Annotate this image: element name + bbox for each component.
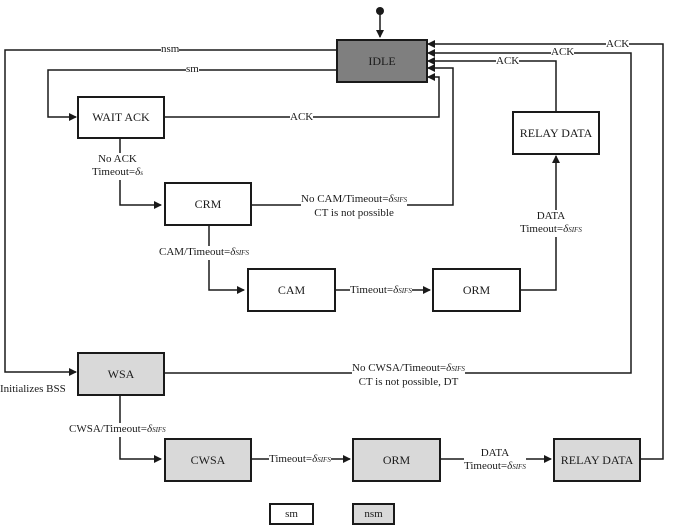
timeout-text: Timeout=	[520, 223, 564, 235]
label-no-ack-line2: Timeout=δs	[92, 166, 143, 180]
label-ack-wait: ACK	[290, 111, 314, 124]
state-cwsa: CWSA	[164, 438, 252, 482]
label-no-cwsa-line1: No CWSA/Timeout=δSIFS	[352, 362, 465, 376]
state-orm-bottom: ORM	[352, 438, 441, 482]
label-ack-wsa: ACK	[551, 46, 575, 59]
ack-relay-bottom-arrow	[427, 40, 664, 460]
label-no-cwsa-line2: CT is not possible, DT	[358, 376, 459, 388]
subscript: SIFS	[393, 196, 408, 204]
label-ack-relay-top: ACK	[496, 55, 520, 68]
legend-nsm: nsm	[352, 503, 395, 525]
label-data-top-line1: DATA	[536, 210, 566, 222]
state-orm-top: ORM	[432, 268, 521, 312]
label-no-cwsa: No CWSA/Timeout=δSIFS CT is not possible…	[352, 362, 465, 389]
label-cwsa-orm-timeout: Timeout=δSIFS	[269, 453, 331, 467]
label-no-cam-line1: No CAM/Timeout=δSIFS	[301, 193, 407, 207]
subscript: SIFS	[512, 463, 526, 471]
label-cwsa-timeout: CWSA/Timeout=δSIFS	[69, 423, 166, 437]
state-relay-data-bottom: RELAY DATA	[553, 438, 641, 482]
subscript: SIFS	[317, 456, 331, 464]
label-sm: sm	[186, 63, 199, 76]
timeout-text: Timeout=	[350, 284, 394, 296]
state-idle: IDLE	[336, 39, 428, 83]
label-data-top-line2: Timeout=δSIFS	[520, 223, 582, 237]
label-no-cam-line2: CT is not possible	[314, 207, 394, 219]
cwsa-timeout-text: CWSA/Timeout=	[69, 423, 147, 435]
state-wsa: WSA	[77, 352, 165, 396]
subscript: SIFS	[451, 365, 465, 373]
subscript: SIFS	[152, 426, 166, 434]
label-no-ack-line1: No ACK	[98, 153, 137, 165]
timeout-text: Timeout=	[269, 453, 313, 465]
state-crm: CRM	[164, 182, 252, 226]
legend-sm: sm	[269, 503, 314, 525]
label-data-bottom-line2: Timeout=δSIFS	[464, 460, 526, 474]
state-wait-ack: WAIT ACK	[77, 96, 165, 139]
timeout-text: Timeout=	[464, 460, 508, 472]
no-cam-arrow	[252, 64, 454, 206]
label-initializes-bss: Initializes BSS	[0, 383, 66, 395]
subscript: s	[140, 169, 143, 177]
label-cam-orm-timeout: Timeout=δSIFS	[350, 284, 412, 298]
label-data-bottom-line1: DATA	[480, 447, 510, 459]
cam-timeout-text: CAM/Timeout=	[159, 246, 231, 258]
state-relay-data-top: RELAY DATA	[512, 111, 600, 155]
subscript: SIFS	[568, 226, 582, 234]
no-cwsa-text: No CWSA/Timeout=	[352, 362, 447, 374]
initial-state-dot	[376, 7, 384, 15]
subscript: SIFS	[398, 287, 412, 295]
timeout-text: Timeout=	[92, 166, 136, 178]
subscript: SIFS	[235, 249, 249, 257]
label-cam-timeout: CAM/Timeout=δSIFS	[159, 246, 249, 260]
label-ack-relay-bottom: ACK	[606, 38, 630, 51]
label-no-ack: No ACK Timeout=δs	[92, 153, 143, 180]
label-nsm: nsm	[161, 43, 180, 56]
state-cam: CAM	[247, 268, 336, 312]
no-cam-text: No CAM/Timeout=	[301, 193, 389, 205]
label-data-bottom: DATA Timeout=δSIFS	[464, 447, 526, 474]
label-data-top: DATA Timeout=δSIFS	[520, 210, 582, 237]
label-no-cam: No CAM/Timeout=δSIFS CT is not possible	[301, 193, 408, 220]
